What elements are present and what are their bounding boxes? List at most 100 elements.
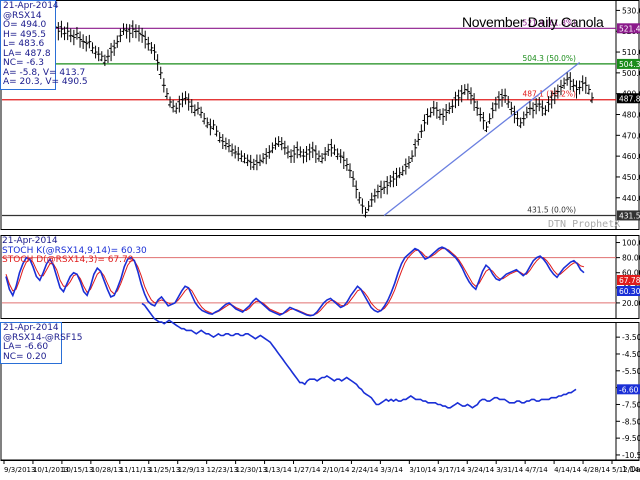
x-tick-label: 2/24/14: [351, 466, 379, 474]
ohlc-bar: [189, 99, 194, 114]
ohlc-bar: [186, 93, 191, 111]
y-tick-label-p3: -4.50: [622, 350, 640, 359]
ohlc-bar: [382, 180, 387, 195]
fib-label: 431.5 (0.0%): [527, 205, 576, 214]
ohlc-bar: [84, 35, 89, 52]
fib-label: 487.1 (38.2%): [522, 90, 576, 99]
ohlc-bar: [99, 51, 104, 62]
ohlc-bar: [124, 23, 129, 39]
ohlc-bar: [394, 167, 399, 187]
ohlc-bar: [456, 89, 461, 107]
ohlc-bar: [515, 111, 520, 126]
ohlc-bar: [490, 102, 495, 119]
fib-label: 504.3 (50.0%): [522, 54, 576, 63]
ohlc-bar: [65, 22, 70, 41]
ohlc-bar: [118, 28, 123, 43]
y-tick-label-p3: -3.50: [622, 333, 640, 342]
ohlc-bar: [341, 151, 346, 170]
ohlc-bar: [372, 188, 377, 203]
ohlc-bar: [323, 147, 328, 162]
ohlc-bar: [137, 25, 142, 42]
ohlc-bar: [410, 150, 415, 163]
ohlc-bar: [202, 112, 207, 125]
trendline: [383, 61, 580, 216]
ohlc-bar: [543, 105, 548, 116]
ohlc-bar: [87, 34, 92, 49]
last-price-tag: 487.8: [619, 94, 640, 103]
y-tick-label-p1: 450.0: [622, 173, 640, 182]
ohlc-bar: [146, 36, 151, 51]
x-tick-label: 3/3/14: [380, 466, 403, 474]
ohlc-bar: [534, 98, 539, 115]
ohlc-bar: [223, 137, 228, 150]
x-tick-label: 2/10/14: [322, 466, 350, 474]
panel-frame-3: [0, 322, 640, 461]
ohlc-bar: [248, 154, 253, 170]
chart-window: { "chart_data": [ { "type": "ohlc", "tit…: [0, 0, 640, 480]
ohlc-bar: [487, 113, 492, 124]
ohlc-bar: [329, 138, 334, 157]
ohlc-bar: [338, 149, 343, 164]
panel1-info-box: 21-Apr-2014 @RSX14 O= 494.0 H= 495.5 L= …: [0, 0, 88, 90]
ohlc-bar: [155, 54, 160, 71]
ohlc-bar: [444, 103, 449, 121]
ohlc-bar: [354, 180, 359, 199]
stoch-tag: 60.30: [619, 287, 640, 296]
timeframe-label: 1 Day: [622, 465, 640, 474]
chart-title: November Daily Canola: [462, 14, 604, 30]
y-tick-label-p3: -10.5: [622, 451, 640, 460]
ohlc-bar: [195, 101, 200, 115]
ohlc-bar: [416, 133, 421, 146]
y-tick-label-p1: 440.0: [622, 194, 640, 203]
ohlc-bar: [264, 148, 269, 165]
ohlc-bar: [152, 44, 157, 60]
x-tick-label: 3/31/14: [496, 466, 524, 474]
ohlc-bar: [233, 145, 238, 159]
ohlc-bar: [313, 145, 318, 163]
ohlc-bar: [509, 101, 514, 115]
ohlc-bar: [112, 39, 117, 56]
ohlc-bar: [211, 119, 216, 130]
fib-tag: 431.5: [619, 211, 640, 220]
ohlc-bar: [109, 42, 114, 62]
ohlc-bar: [568, 72, 573, 91]
ohlc-bar: [115, 35, 120, 48]
ohlc-bar: [242, 153, 247, 164]
x-tick-label: 12/30/13: [236, 466, 267, 474]
info3-net-change: NC= 0.20: [3, 351, 47, 362]
panel3-info-box: 21-Apr-2014 @RSX14-@RSF15 LA= -6.60 NC= …: [0, 322, 82, 364]
ohlc-bar: [96, 47, 101, 62]
ohlc-bar: [158, 66, 163, 80]
y-tick-label-p2: 20.00: [622, 299, 640, 308]
fib-tag: 521.4: [619, 24, 640, 33]
ohlc-bar: [360, 198, 365, 214]
ohlc-bar: [347, 163, 352, 179]
ohlc-bar: [276, 136, 281, 147]
ohlc-bar: [177, 95, 182, 113]
ohlc-bar: [295, 141, 300, 159]
ohlc-bar: [81, 34, 86, 49]
ohlc-bar: [140, 27, 145, 43]
ohlc-bar: [258, 154, 263, 167]
ohlc-bar: [419, 124, 424, 138]
x-tick-label: 12/9/13: [178, 466, 205, 474]
ohlc-bar: [366, 200, 371, 212]
ohlc-bar: [105, 49, 110, 63]
ohlc-bar: [168, 96, 173, 108]
ohlc-bar: [68, 28, 73, 43]
ohlc-bar: [183, 91, 188, 105]
ohlc-bar: [307, 143, 312, 161]
y-tick-label-p3: -5.50: [622, 367, 640, 376]
ohlc-bar: [121, 23, 126, 35]
fib-tag: 504.3: [619, 60, 640, 69]
x-tick-label: 4/14/14: [554, 466, 582, 474]
x-tick-label: 3/24/14: [467, 466, 495, 474]
ohlc-bar: [208, 118, 213, 136]
ohlc-bar: [484, 121, 489, 133]
spread-tag: -6.60: [619, 385, 639, 394]
ohlc-bar: [304, 145, 309, 163]
info2-stoch-d: STOCH D(@RSX14,3)= 67.79: [2, 255, 134, 265]
x-tick-label: 10/15/13: [62, 466, 93, 474]
ohlc-bar: [130, 20, 135, 38]
ohlc-bar: [503, 88, 508, 103]
